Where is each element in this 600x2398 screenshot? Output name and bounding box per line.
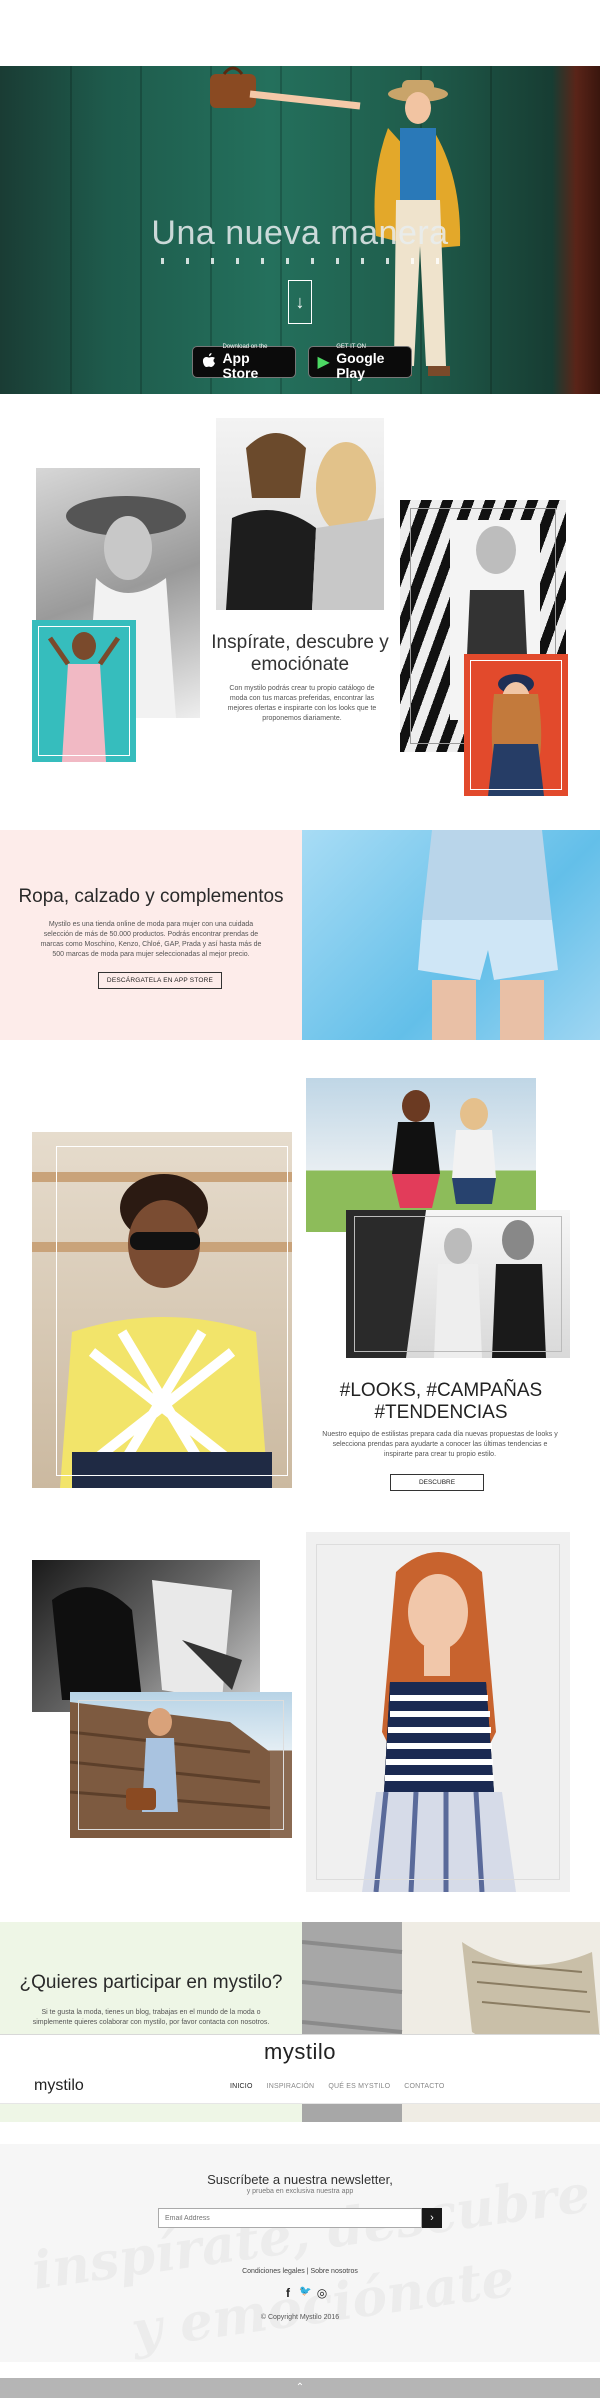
photo-frame	[470, 660, 562, 790]
sunglasses-woman-photo	[32, 1132, 292, 1488]
photo-frame	[316, 1544, 560, 1880]
nav-link-inicio[interactable]: INICIO	[230, 2083, 253, 2090]
footer-links[interactable]: Condiciones legales | Sobre nosotros	[0, 2268, 600, 2275]
newsletter-submit-button[interactable]: ›	[422, 2208, 442, 2228]
nav-link-que-es-mystilo[interactable]: QUÉ ES MYSTILO	[328, 2083, 390, 2090]
photo-frame	[38, 626, 130, 756]
google-play-icon: ▶	[317, 354, 330, 371]
main-nav: mystilo mystilo INICIO INSPIRACIÓN QUÉ E…	[0, 2034, 600, 2104]
download-app-store-button[interactable]: DESCÁRGATELA EN APP STORE	[98, 972, 222, 989]
handbag-shape	[210, 74, 256, 108]
google-play-button[interactable]: ▶ GET IT ON Google Play	[308, 344, 412, 381]
clothes-section: Ropa, calzado y complementos Mystilo es …	[0, 830, 302, 1040]
two-women-photo	[216, 418, 384, 610]
participate-section: ¿Quieres participar en mystilo? Si te gu…	[0, 1922, 302, 2034]
apple-icon	[201, 352, 216, 373]
looks-text: Nuestro equipo de estilistas prepara cad…	[322, 1431, 558, 1458]
brand-logo-center[interactable]: mystilo	[0, 2039, 600, 2065]
bw-bags-photo	[32, 1560, 260, 1712]
photo-frame	[56, 1146, 288, 1476]
inspire-text: Con mystilo podrás crear tu propio catál…	[227, 685, 377, 722]
back-to-top-button[interactable]: ⌃	[0, 2378, 600, 2398]
inspire-title: Inspírate, descubre y emociónate	[211, 632, 389, 675]
social-links: f 🐦 ◎	[282, 2286, 328, 2300]
pink-outfit-photo	[32, 620, 136, 762]
instagram-icon[interactable]: ◎	[316, 2286, 328, 2300]
discover-button[interactable]: DESCUBRE	[390, 1474, 484, 1491]
photo-frame	[78, 1700, 284, 1830]
nav-links: INICIO INSPIRACIÓN QUÉ ES MYSTILO CONTAC…	[230, 2083, 444, 2090]
festival-group-photo	[306, 1078, 536, 1232]
nav-strip	[0, 2104, 302, 2122]
hero-banner: Una nueva manera ↓ Download on the App S…	[0, 66, 600, 394]
facebook-icon[interactable]: f	[282, 2286, 294, 2300]
scroll-down-button[interactable]: ↓	[288, 280, 312, 324]
footer: inspírate, descubre y emociónate Suscríb…	[0, 2144, 600, 2362]
twitter-icon[interactable]: 🐦	[299, 2286, 311, 2300]
wooden-house-photo	[70, 1692, 292, 1838]
photo-frame	[354, 1216, 562, 1352]
looks-title: #LOOKS, #CAMPAÑAS #TENDENCIAS	[339, 1380, 543, 1423]
red-background-photo	[464, 654, 568, 796]
newsletter-email-input[interactable]	[158, 2208, 422, 2228]
brand-logo[interactable]: mystilo	[34, 2077, 84, 2095]
denim-shorts-photo	[302, 830, 600, 1040]
clothes-text: Mystilo es una tienda online de moda par…	[40, 921, 262, 958]
newsletter-subtitle: y prueba en exclusiva nuestra app	[246, 2188, 354, 2195]
arrow-down-icon: ↓	[295, 292, 305, 312]
nav-link-inspiracion[interactable]: INSPIRACIÓN	[267, 2083, 315, 2090]
copyright-text: © Copyright Mystilo 2016	[260, 2314, 340, 2321]
footer-spacer	[0, 2362, 600, 2378]
three-women-photo	[346, 1210, 570, 1358]
app-store-button[interactable]: Download on the App Store	[192, 344, 296, 381]
participate-text: Si te gusta la moda, tienes un blog, tra…	[32, 2009, 270, 2026]
hero-title-reflection	[150, 258, 450, 264]
participate-title: ¿Quieres participar en mystilo?	[19, 1972, 283, 1993]
hero-title: Una nueva manera	[151, 214, 449, 252]
nav-link-contacto[interactable]: CONTACTO	[404, 2083, 444, 2090]
google-play-label: Google Play	[336, 349, 385, 381]
newsletter-title: Suscríbete a nuestra newsletter,	[207, 2172, 393, 2187]
app-store-label: App Store	[222, 349, 259, 381]
clothes-title: Ropa, calzado y complementos	[18, 886, 284, 907]
chevron-up-icon: ⌃	[295, 2382, 305, 2393]
redhead-woman-photo	[306, 1532, 570, 1892]
